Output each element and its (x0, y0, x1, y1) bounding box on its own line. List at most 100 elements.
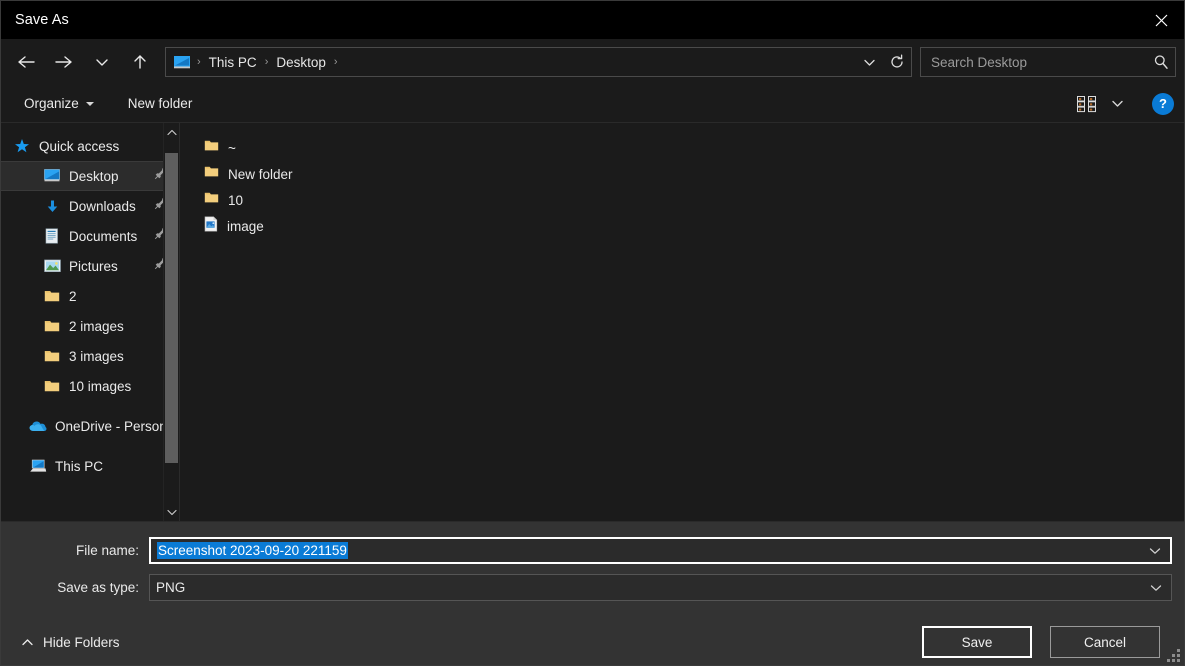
recent-locations-button[interactable] (83, 43, 121, 81)
save-as-type-label: Save as type: (57, 580, 139, 595)
breadcrumb-item-this-pc[interactable]: This PC (203, 52, 263, 73)
up-button[interactable] (121, 43, 159, 81)
sidebar-item-folder-2-images[interactable]: 2 images (1, 311, 179, 341)
folder-icon (43, 349, 61, 363)
navigation-list: Quick access Desktop Downloads Documents… (1, 123, 179, 481)
save-as-type-chevron-down-icon[interactable] (1141, 575, 1171, 600)
file-name: 10 (228, 192, 244, 208)
view-tiles-icon[interactable] (1070, 89, 1104, 119)
save-as-type-row: Save as type: PNG (1, 572, 1184, 603)
scrollbar-thumb[interactable] (164, 153, 178, 463)
sidebar-item-this-pc[interactable]: This PC (1, 451, 179, 481)
breadcrumb: › This PC › Desktop › (171, 52, 855, 73)
new-folder-label: New folder (127, 96, 193, 111)
file-name-value[interactable]: Screenshot 2023-09-20 221159 (157, 542, 348, 559)
sidebar-item-label: 2 images (69, 318, 124, 334)
breadcrumb-separator[interactable]: › (195, 56, 203, 68)
file-list[interactable]: ~ New folder 10 image (180, 123, 1184, 521)
onedrive-icon (29, 420, 47, 433)
folder-icon (43, 289, 61, 303)
chevron-up-icon (21, 635, 34, 650)
sidebar-item-quick-access[interactable]: Quick access (1, 131, 179, 161)
document-icon (43, 228, 61, 244)
cancel-label: Cancel (1083, 634, 1127, 650)
search-icon[interactable] (1153, 54, 1169, 70)
breadcrumb-item-desktop[interactable]: Desktop (270, 52, 332, 73)
back-button[interactable] (7, 43, 45, 81)
new-folder-button[interactable]: New folder (119, 91, 202, 116)
sidebar-scrollbar[interactable] (163, 123, 179, 521)
save-panel: File name: Screenshot 2023-09-20 221159 … (1, 521, 1184, 665)
sidebar-item-folder-3-images[interactable]: 3 images (1, 341, 179, 371)
list-item[interactable]: 10 (198, 187, 338, 213)
help-label: ? (1159, 96, 1167, 111)
scroll-down-chevron-down-icon[interactable] (164, 503, 180, 521)
address-dropdown-button[interactable] (855, 48, 883, 76)
save-button[interactable]: Save (922, 626, 1032, 658)
list-item[interactable]: image (198, 213, 338, 239)
save-as-type-select[interactable]: PNG (149, 574, 1172, 601)
star-icon (13, 138, 31, 154)
sidebar-item-folder-2[interactable]: 2 (1, 281, 179, 311)
sidebar-item-desktop[interactable]: Desktop (1, 161, 179, 191)
view-options-chevron-down-icon[interactable] (1104, 89, 1130, 119)
search-box[interactable] (920, 47, 1176, 77)
dialog-actions: Hide Folders Save Cancel (1, 603, 1184, 665)
sidebar-item-onedrive[interactable]: OneDrive - Person (1, 411, 179, 441)
folder-icon (204, 165, 219, 183)
monitor-icon (43, 169, 61, 183)
sidebar-item-label: 2 (69, 288, 77, 304)
file-name-label: File name: (75, 543, 139, 558)
file-name: New folder (228, 166, 293, 182)
sidebar-item-label: Pictures (69, 258, 118, 274)
forward-button[interactable] (45, 43, 83, 81)
file-name: image (227, 218, 264, 234)
refresh-button[interactable] (883, 48, 911, 76)
save-as-dialog: Save As › This PC › Desktop › Search Des… (0, 0, 1185, 666)
help-icon[interactable]: ? (1152, 92, 1174, 115)
search-input[interactable] (931, 54, 1153, 70)
image-file-icon (204, 216, 218, 237)
sidebar-item-documents[interactable]: Documents (1, 221, 179, 251)
list-item[interactable]: New folder (198, 161, 338, 187)
sidebar-item-label: Quick access (39, 138, 120, 154)
address-bar[interactable]: › This PC › Desktop › (165, 47, 912, 77)
file-name-row: File name: Screenshot 2023-09-20 221159 (1, 535, 1184, 566)
sidebar-item-label: OneDrive - Person (55, 418, 167, 434)
sidebar-item-label: This PC (55, 458, 104, 474)
organize-button[interactable]: Organize (15, 91, 103, 116)
navigation-bar: › This PC › Desktop › (1, 39, 1184, 85)
scrollbar-track[interactable] (164, 141, 180, 503)
folder-icon (43, 379, 61, 393)
monitor-icon (171, 52, 193, 72)
file-name: ~ (228, 140, 236, 156)
folder-icon (204, 191, 219, 209)
breadcrumb-separator[interactable]: › (263, 56, 271, 68)
download-icon (43, 199, 61, 214)
close-icon[interactable] (1138, 1, 1184, 39)
pc-icon (29, 459, 47, 473)
organize-label: Organize (24, 96, 79, 111)
dialog-body: Quick access Desktop Downloads Documents… (1, 123, 1184, 521)
sidebar-item-label: Documents (69, 228, 138, 244)
save-label: Save (961, 634, 993, 650)
hide-folders-button[interactable]: Hide Folders (15, 631, 126, 654)
sidebar-item-folder-10-images[interactable]: 10 images (1, 371, 179, 401)
sidebar-item-label: 3 images (69, 348, 124, 364)
pictures-icon (43, 259, 61, 273)
resize-grip-icon[interactable] (1167, 648, 1181, 662)
breadcrumb-separator[interactable]: › (332, 56, 340, 68)
cancel-button[interactable]: Cancel (1050, 626, 1160, 658)
scroll-up-chevron-up-icon[interactable] (164, 123, 180, 141)
sidebar-item-downloads[interactable]: Downloads (1, 191, 179, 221)
sidebar-item-label: Desktop (69, 168, 119, 184)
save-as-type-value: PNG (156, 580, 186, 595)
list-item[interactable]: ~ (198, 135, 338, 161)
command-bar: Organize New folder ? (1, 85, 1184, 123)
folder-icon (204, 139, 219, 157)
file-name-chevron-down-icon[interactable] (1140, 539, 1170, 562)
sidebar-item-pictures[interactable]: Pictures (1, 251, 179, 281)
file-name-input[interactable]: Screenshot 2023-09-20 221159 (149, 537, 1172, 564)
title-bar: Save As (1, 1, 1184, 39)
chevron-down-icon (85, 101, 94, 106)
